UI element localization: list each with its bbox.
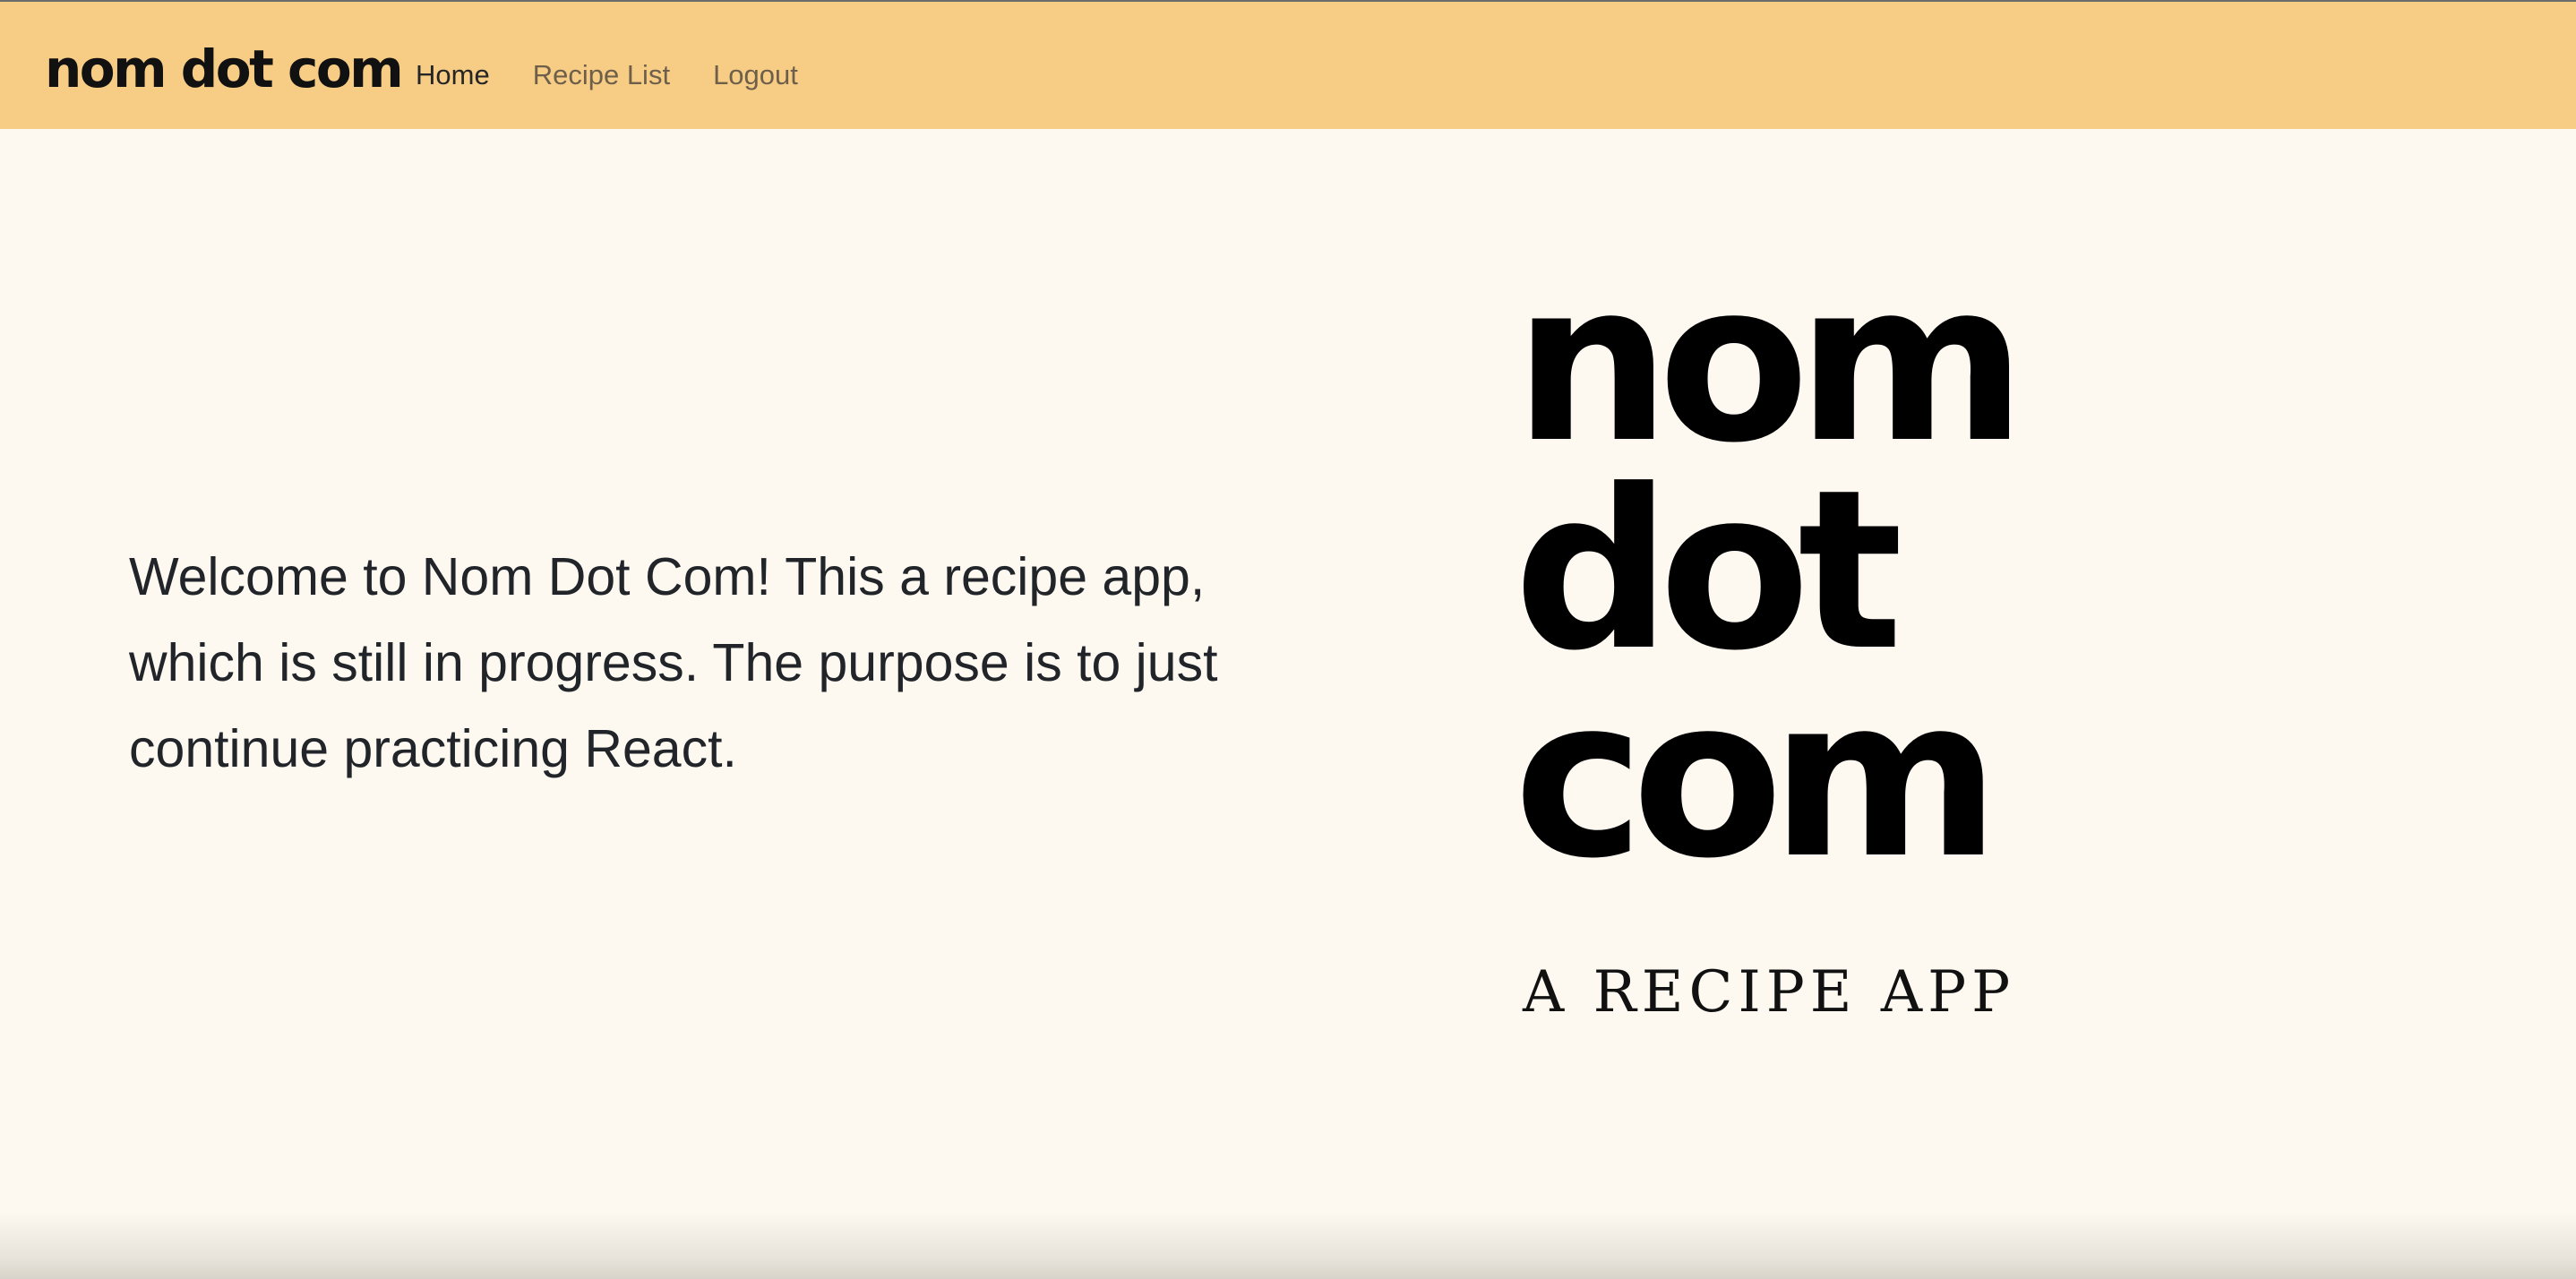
nav-link-recipe-list[interactable]: Recipe List (533, 56, 670, 95)
logo-word-com: com (1514, 651, 2000, 907)
navbar: nom dot com Home Recipe List Logout (0, 2, 2576, 129)
bottom-shadow (0, 1211, 2576, 1279)
nav-link-home[interactable]: Home (416, 56, 490, 95)
brand-logo-link[interactable]: nom dot com (45, 38, 404, 100)
nav-link-logout[interactable]: Logout (713, 56, 798, 95)
welcome-text: Welcome to Nom Dot Com! This a recipe ap… (129, 547, 1218, 778)
app-logo: nom dot com (1514, 236, 2069, 907)
logo-tagline: A RECIPE APP (1523, 959, 2016, 1026)
logo-word-nom: nom (1514, 236, 2026, 492)
nav-links: Home Recipe List Logout (416, 56, 841, 95)
logo-word-dot: dot (1514, 443, 1903, 700)
